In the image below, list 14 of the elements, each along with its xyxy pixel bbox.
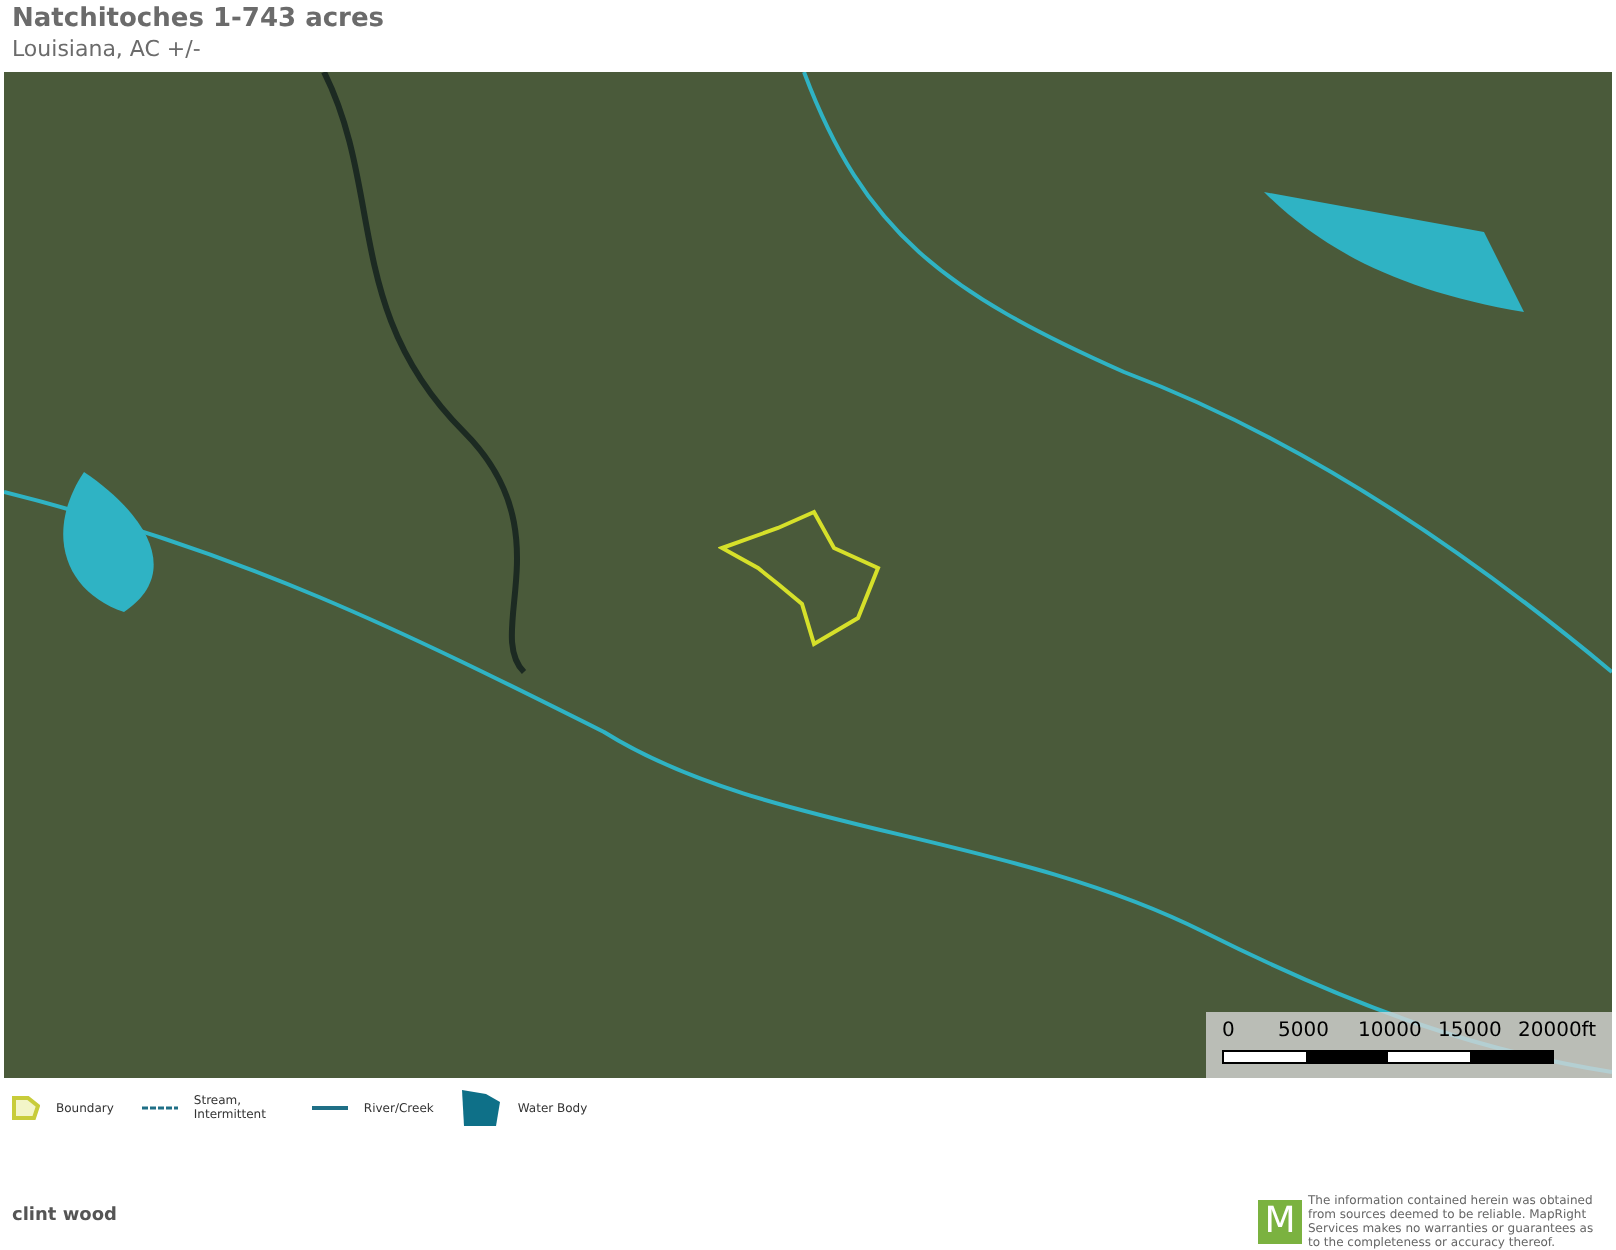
map-subtitle: Louisiana, AC +/- — [12, 36, 203, 64]
boundary-icon — [12, 1096, 40, 1121]
scale-label: 0 — [1222, 1018, 1235, 1047]
scale-label: 15000 — [1438, 1018, 1502, 1047]
scale-label: 10000 — [1358, 1018, 1422, 1047]
lake-shape — [63, 471, 154, 612]
water-body-icon — [461, 1090, 502, 1127]
dashed-line-icon — [141, 1104, 178, 1113]
line-icon — [311, 1104, 348, 1113]
logo: M — [1258, 1200, 1302, 1244]
scale-label: 20000ft — [1518, 1018, 1597, 1047]
author-name: clint wood — [12, 1203, 117, 1229]
map-title: Natchitoches 1-743 acres — [12, 4, 387, 36]
scale-label: 5000 — [1278, 1018, 1329, 1047]
